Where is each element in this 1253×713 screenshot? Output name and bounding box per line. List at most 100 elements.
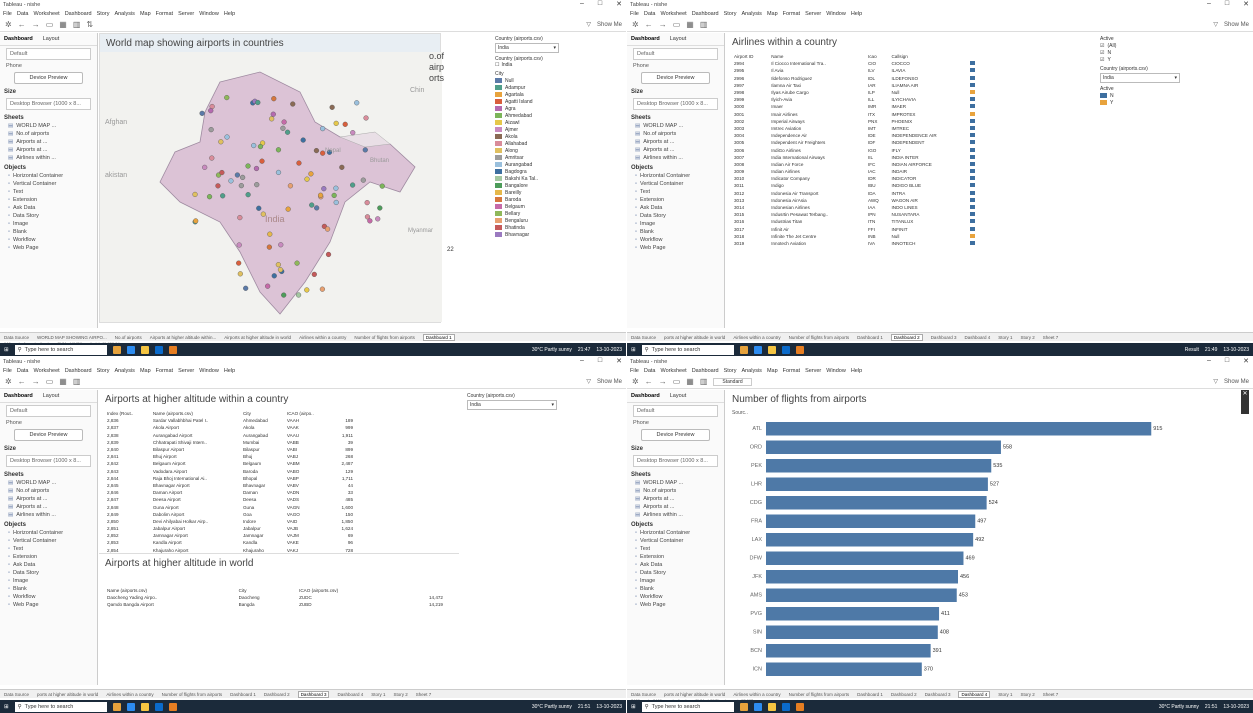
show-me-button[interactable]: Show Me — [1224, 379, 1249, 385]
sheet-tab[interactable]: Airlines within a country — [733, 335, 780, 340]
object-item[interactable]: ▫ Data Story — [627, 569, 724, 577]
sheet-item[interactable]: ▤ Airports at ... — [627, 146, 724, 154]
sheet-tab[interactable]: Story 2 — [1021, 335, 1035, 340]
object-item[interactable]: ▫ Ask Data — [627, 561, 724, 569]
menu-item-worksheet[interactable]: Worksheet — [34, 11, 60, 17]
object-item[interactable]: ▫ Extension — [627, 196, 724, 204]
edge-icon[interactable] — [126, 345, 135, 354]
airport-point[interactable] — [224, 134, 230, 140]
taskbar-search[interactable]: ⚲ Type here to search — [14, 701, 107, 712]
airport-point[interactable] — [308, 171, 314, 177]
table-row[interactable]: 3003 Imtrec Aviation IMT IMTREC — [732, 125, 982, 132]
active-option[interactable]: ☑ (All) — [1100, 42, 1180, 49]
altitude-country-table[interactable]: Index (Rout.. Name (airports.csv) City ICAO… — [105, 410, 355, 554]
table-row[interactable]: 2,844 Raja Bhoj International Ai.. Bhopal V… — [105, 475, 355, 482]
sheet-tab[interactable]: Dashboard 1 — [422, 333, 455, 341]
tableau-app-icon[interactable] — [168, 702, 177, 711]
airport-point[interactable] — [208, 108, 214, 114]
object-item[interactable]: ▫ Vertical Container — [627, 180, 724, 188]
object-item[interactable]: ▫ Extension — [627, 553, 724, 561]
filter-icon[interactable]: ▽ — [586, 378, 591, 385]
show-me-button[interactable]: Show Me — [597, 379, 622, 385]
maximize-icon[interactable]: □ — [1225, 0, 1229, 9]
app-icon[interactable] — [739, 702, 748, 711]
column-header[interactable]: Airport ID — [732, 53, 769, 60]
airport-point[interactable] — [325, 251, 332, 258]
bar[interactable] — [766, 422, 1152, 436]
city-legend-item[interactable]: Adampur — [495, 84, 559, 91]
airport-point[interactable] — [224, 94, 230, 101]
sheet-item[interactable]: ▤ Airports at ... — [0, 146, 97, 154]
object-item[interactable]: ▫ Image — [0, 220, 97, 228]
sheet-tab[interactable]: Dashboard 2 — [891, 692, 917, 697]
airport-point[interactable] — [281, 292, 287, 298]
sheet-tab[interactable]: Dashboard 3 — [297, 690, 330, 698]
bar[interactable] — [766, 440, 1001, 455]
airport-point[interactable] — [319, 286, 326, 292]
table-row[interactable]: 2,837 Akola Airport Akola VAAK 999 — [105, 424, 355, 431]
india-map[interactable]: Chin Afghan akistan Nepal Bhutan India M… — [100, 52, 442, 322]
bar[interactable] — [766, 588, 957, 603]
minimize-icon[interactable]: – — [1207, 0, 1211, 9]
sheet-tab[interactable]: Data Source — [631, 692, 656, 697]
city-legend-item[interactable]: Bakshi Ka Tal.. — [495, 175, 559, 182]
menu-item-dashboard[interactable]: Dashboard — [65, 11, 92, 17]
airport-point[interactable] — [360, 177, 366, 183]
minimize-icon[interactable]: – — [580, 357, 584, 366]
airport-point[interactable] — [243, 285, 249, 291]
sheet-tab[interactable]: Dashboard 2 — [890, 333, 923, 341]
sheet-tab[interactable]: Dashboard 4 — [958, 690, 991, 698]
airport-point[interactable] — [280, 125, 286, 131]
airport-point[interactable] — [375, 216, 381, 222]
taskbar-search[interactable]: ⚲ Type here to search — [641, 344, 734, 355]
menu-item-dashboard[interactable]: Dashboard — [65, 368, 92, 374]
table-row[interactable]: 2,853 Kandla Airport Kandla VAKE 96 — [105, 539, 355, 546]
bar[interactable] — [766, 533, 974, 547]
bar[interactable] — [766, 496, 987, 510]
menu-item-server[interactable]: Server — [178, 368, 194, 374]
airport-point[interactable] — [265, 283, 271, 289]
airport-point[interactable] — [333, 199, 339, 206]
airport-point[interactable] — [350, 130, 356, 136]
app-icon[interactable] — [112, 702, 121, 711]
bar[interactable] — [766, 607, 940, 621]
menu-item-story[interactable]: Story — [97, 368, 110, 374]
city-legend-item[interactable]: Akola — [495, 133, 559, 140]
sheet-tab[interactable]: Number of flights from airports — [789, 692, 850, 697]
airport-point[interactable] — [199, 110, 205, 116]
airport-point[interactable] — [271, 96, 277, 102]
city-legend-item[interactable]: Bagdogra — [495, 168, 559, 175]
airport-point[interactable] — [367, 218, 373, 224]
tab-layout[interactable]: Layout — [43, 36, 60, 42]
object-item[interactable]: ▫ Ask Data — [627, 204, 724, 212]
device-preview-button[interactable]: Device Preview — [641, 72, 710, 84]
chart-icon[interactable]: ▥ — [73, 377, 81, 386]
bar[interactable] — [766, 625, 938, 640]
checkbox-icon[interactable]: ☐ — [495, 62, 499, 68]
airport-point[interactable] — [253, 165, 260, 172]
bar[interactable] — [766, 551, 964, 566]
show-me-button[interactable]: Show Me — [1224, 22, 1249, 28]
sheet-tab[interactable]: Dashboard 3 — [931, 335, 957, 340]
menu-item-window[interactable]: Window — [199, 368, 219, 374]
altitude-world-table[interactable]: Name (airports.csv) City ICAO (airports.cs… — [105, 587, 445, 609]
show-me-button[interactable]: Show Me — [597, 22, 622, 28]
airport-point[interactable] — [220, 193, 226, 199]
sheet-tab[interactable]: Data Source — [4, 692, 29, 697]
object-item[interactable]: ▫ Workflow — [627, 593, 724, 601]
tab-dashboard[interactable]: Dashboard — [631, 393, 660, 399]
airport-point[interactable] — [208, 127, 214, 133]
object-item[interactable]: ▫ Data Story — [0, 569, 97, 577]
back-icon[interactable]: ← — [18, 377, 26, 386]
menu-item-story[interactable]: Story — [724, 368, 737, 374]
column-header[interactable]: Icao — [866, 53, 890, 60]
menu-item-file[interactable]: File — [3, 368, 12, 374]
menu-item-map[interactable]: Map — [140, 368, 151, 374]
device-phone[interactable]: Phone — [0, 62, 97, 70]
sheet-item[interactable]: ▤ Airlines within ... — [0, 154, 97, 162]
menu-item-help[interactable]: Help — [851, 11, 862, 17]
chart-icon[interactable]: ▥ — [73, 20, 81, 29]
table-row[interactable]: 3013 Indonesia AirAsia AWQ WAGON AIR — [732, 197, 982, 204]
airport-point[interactable] — [311, 271, 317, 277]
sheet-tab[interactable]: Dashboard 4 — [337, 692, 363, 697]
